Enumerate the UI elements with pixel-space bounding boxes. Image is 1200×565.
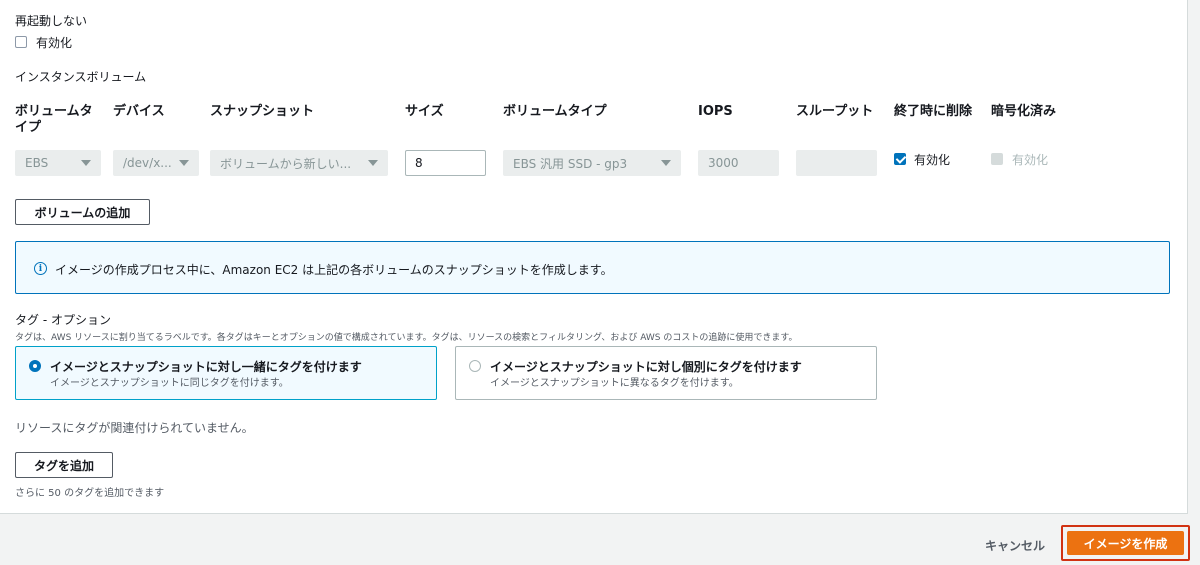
col-header-volume-type-line1: ボリュームタ — [15, 104, 93, 119]
col-header-encrypted: 暗号化済み — [991, 104, 1057, 119]
col-header-snapshot: スナップショット — [210, 104, 315, 119]
encrypted-checkbox[interactable] — [991, 153, 1003, 165]
tag-option-separate[interactable]: イメージとスナップショットに対し個別にタグを付けます イメージとスナップショット… — [455, 346, 877, 400]
create-image-form-panel: 再起動しない 有効化 インスタンスボリューム ボリュームタ イプ デバイス スナ… — [0, 0, 1188, 514]
cancel-button[interactable]: キャンセル — [985, 537, 1045, 554]
snapshot-value: ボリュームから新しい... — [220, 156, 352, 171]
tags-title: タグ - オプション — [15, 313, 111, 327]
info-alert-text: イメージの作成プロセス中に、Amazon EC2 は上記の各ボリュームのスナップ… — [55, 263, 613, 277]
volume-type-select[interactable]: EBS — [15, 150, 101, 176]
tags-description: タグは、AWS リソースに割り当てるラベルです。各タグはキーとオプションの値で構… — [15, 333, 798, 343]
tag-option-together-radio[interactable] — [29, 360, 41, 372]
volume-kind-select[interactable]: EBS 汎用 SSD - gp3 — [503, 150, 681, 176]
col-header-device: デバイス — [113, 104, 165, 119]
size-input[interactable]: 8 — [405, 150, 486, 176]
col-header-size: サイズ — [405, 104, 444, 119]
info-icon: i — [34, 262, 47, 275]
col-header-volume-type: ボリュームタ イプ — [15, 104, 93, 136]
no-tags-text: リソースにタグが関連付けられていません。 — [15, 421, 254, 435]
tag-option-separate-radio[interactable] — [469, 360, 481, 372]
chevron-down-icon — [179, 160, 189, 166]
snapshot-select[interactable]: ボリュームから新しい... — [210, 150, 388, 176]
delete-on-termination-checkbox[interactable] — [894, 153, 906, 165]
col-header-throughput: スループット — [796, 104, 874, 119]
volume-type-value: EBS — [25, 156, 49, 170]
tag-option-separate-title: イメージとスナップショットに対し個別にタグを付けます — [490, 360, 802, 374]
iops-input[interactable]: 3000 — [698, 150, 779, 176]
tag-option-separate-description: イメージとスナップショットに異なるタグを付けます。 — [490, 378, 739, 389]
chevron-down-icon — [368, 160, 378, 166]
encrypted-label: 有効化 — [1012, 153, 1049, 167]
no-reboot-checkbox-label: 有効化 — [36, 36, 73, 50]
chevron-down-icon — [81, 160, 91, 166]
footer-actions: キャンセル — [0, 515, 1200, 565]
volume-kind-value: EBS 汎用 SSD - gp3 — [513, 156, 628, 171]
create-image-button-highlight: イメージを作成 — [1061, 525, 1190, 561]
tag-option-together-description: イメージとスナップショットに同じタグを付けます。 — [50, 378, 289, 389]
no-reboot-checkbox[interactable] — [15, 36, 27, 48]
col-header-volume-kind: ボリュームタイプ — [503, 104, 607, 119]
device-select[interactable]: /dev/x... — [113, 150, 199, 176]
col-header-volume-type-line2: イプ — [15, 120, 42, 135]
tag-option-together-title: イメージとスナップショットに対し一緒にタグを付けます — [50, 360, 362, 374]
no-reboot-label: 再起動しない — [15, 14, 88, 28]
chevron-down-icon — [661, 160, 671, 166]
info-alert: i イメージの作成プロセス中に、Amazon EC2 は上記の各ボリュームのスナ… — [15, 241, 1170, 294]
delete-on-termination-label: 有効化 — [914, 153, 951, 167]
throughput-input[interactable] — [796, 150, 877, 176]
tags-remaining-text: さらに 50 のタグを追加できます — [15, 488, 165, 499]
add-tag-button[interactable]: タグを追加 — [15, 452, 113, 478]
instance-volumes-title: インスタンスボリューム — [15, 70, 147, 84]
create-image-button[interactable]: イメージを作成 — [1067, 531, 1184, 555]
col-header-iops: IOPS — [698, 104, 733, 119]
add-volume-button[interactable]: ボリュームの追加 — [15, 199, 150, 225]
device-value: /dev/x... — [123, 156, 172, 170]
tag-option-together[interactable]: イメージとスナップショットに対し一緒にタグを付けます イメージとスナップショット… — [15, 346, 437, 400]
col-header-delete-on-termination: 終了時に削除 — [894, 104, 973, 119]
